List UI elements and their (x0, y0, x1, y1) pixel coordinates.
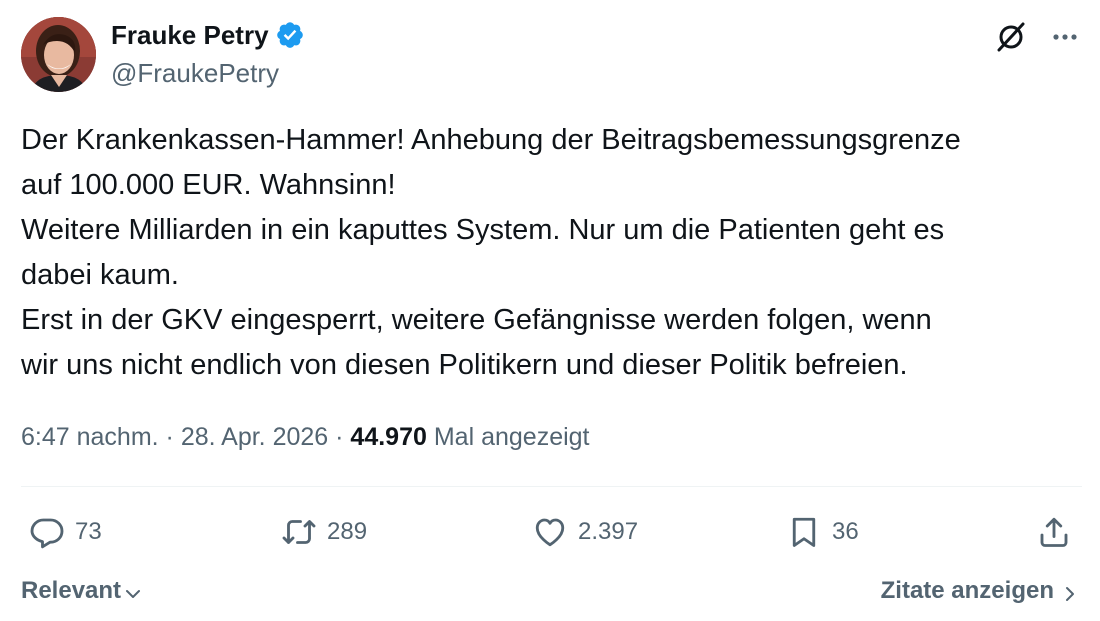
bookmark-count: 36 (832, 518, 859, 545)
chevron-right-icon (1060, 581, 1080, 601)
views-label: Mal angezeigt (433, 423, 590, 451)
views-count: 44.970 (350, 423, 427, 451)
retweet-count: 289 (327, 518, 368, 545)
tweet-line: dabei kaum. (21, 259, 179, 291)
view-quotes-link[interactable]: Zitate anzeigen (881, 575, 1080, 607)
author-handle[interactable]: @FraukePetry (111, 56, 279, 90)
share-icon (1036, 514, 1072, 550)
like-button[interactable]: 2.397 (532, 510, 638, 554)
header-actions (994, 20, 1082, 54)
verified-badge-icon[interactable] (275, 20, 305, 50)
meta-separator: · (335, 423, 344, 451)
tweet-line: Der Krankenkassen-Hammer! Anhebung der B… (21, 124, 961, 156)
quotes-label: Zitate anzeigen (880, 577, 1054, 604)
share-button[interactable] (1036, 510, 1072, 554)
author-name-row: Frauke Petry (111, 18, 305, 52)
sort-label: Relevant (21, 577, 122, 604)
reply-count: 73 (75, 518, 102, 545)
reply-button[interactable]: 73 (29, 510, 102, 554)
tweet-date[interactable]: 28. Apr. 2026 (181, 423, 328, 451)
retweet-button[interactable]: 289 (281, 510, 367, 554)
more-icon[interactable] (1048, 20, 1082, 54)
chevron-down-icon (123, 581, 143, 601)
tweet-text: Der Krankenkassen-Hammer! Anhebung der B… (21, 118, 1086, 388)
grok-icon[interactable] (994, 20, 1028, 54)
tweet-line: Erst in der GKV eingesperrt, weitere Gef… (21, 304, 932, 336)
tweet-time[interactable]: 6:47 nachm. (21, 423, 159, 451)
bookmark-button[interactable]: 36 (786, 510, 859, 554)
tweet-line: auf 100.000 EUR. Wahnsinn! (21, 169, 396, 201)
author-display-name[interactable]: Frauke Petry (111, 18, 269, 52)
tweet-line: wir uns nicht endlich von diesen Politik… (21, 349, 908, 381)
bookmark-icon (786, 514, 822, 550)
reply-icon (29, 514, 65, 550)
divider (21, 486, 1082, 487)
meta-separator: · (165, 423, 174, 451)
retweet-icon (281, 514, 317, 550)
avatar[interactable] (21, 17, 96, 92)
avatar-image (21, 17, 96, 92)
tweet-meta: 6:47 nachm. · 28. Apr. 2026 · 44.970 Mal… (21, 420, 590, 454)
sort-replies-button[interactable]: Relevant (21, 575, 143, 607)
tweet-line: Weitere Milliarden in ein kaputtes Syste… (21, 214, 945, 246)
like-count: 2.397 (578, 518, 639, 545)
heart-icon (532, 514, 568, 550)
